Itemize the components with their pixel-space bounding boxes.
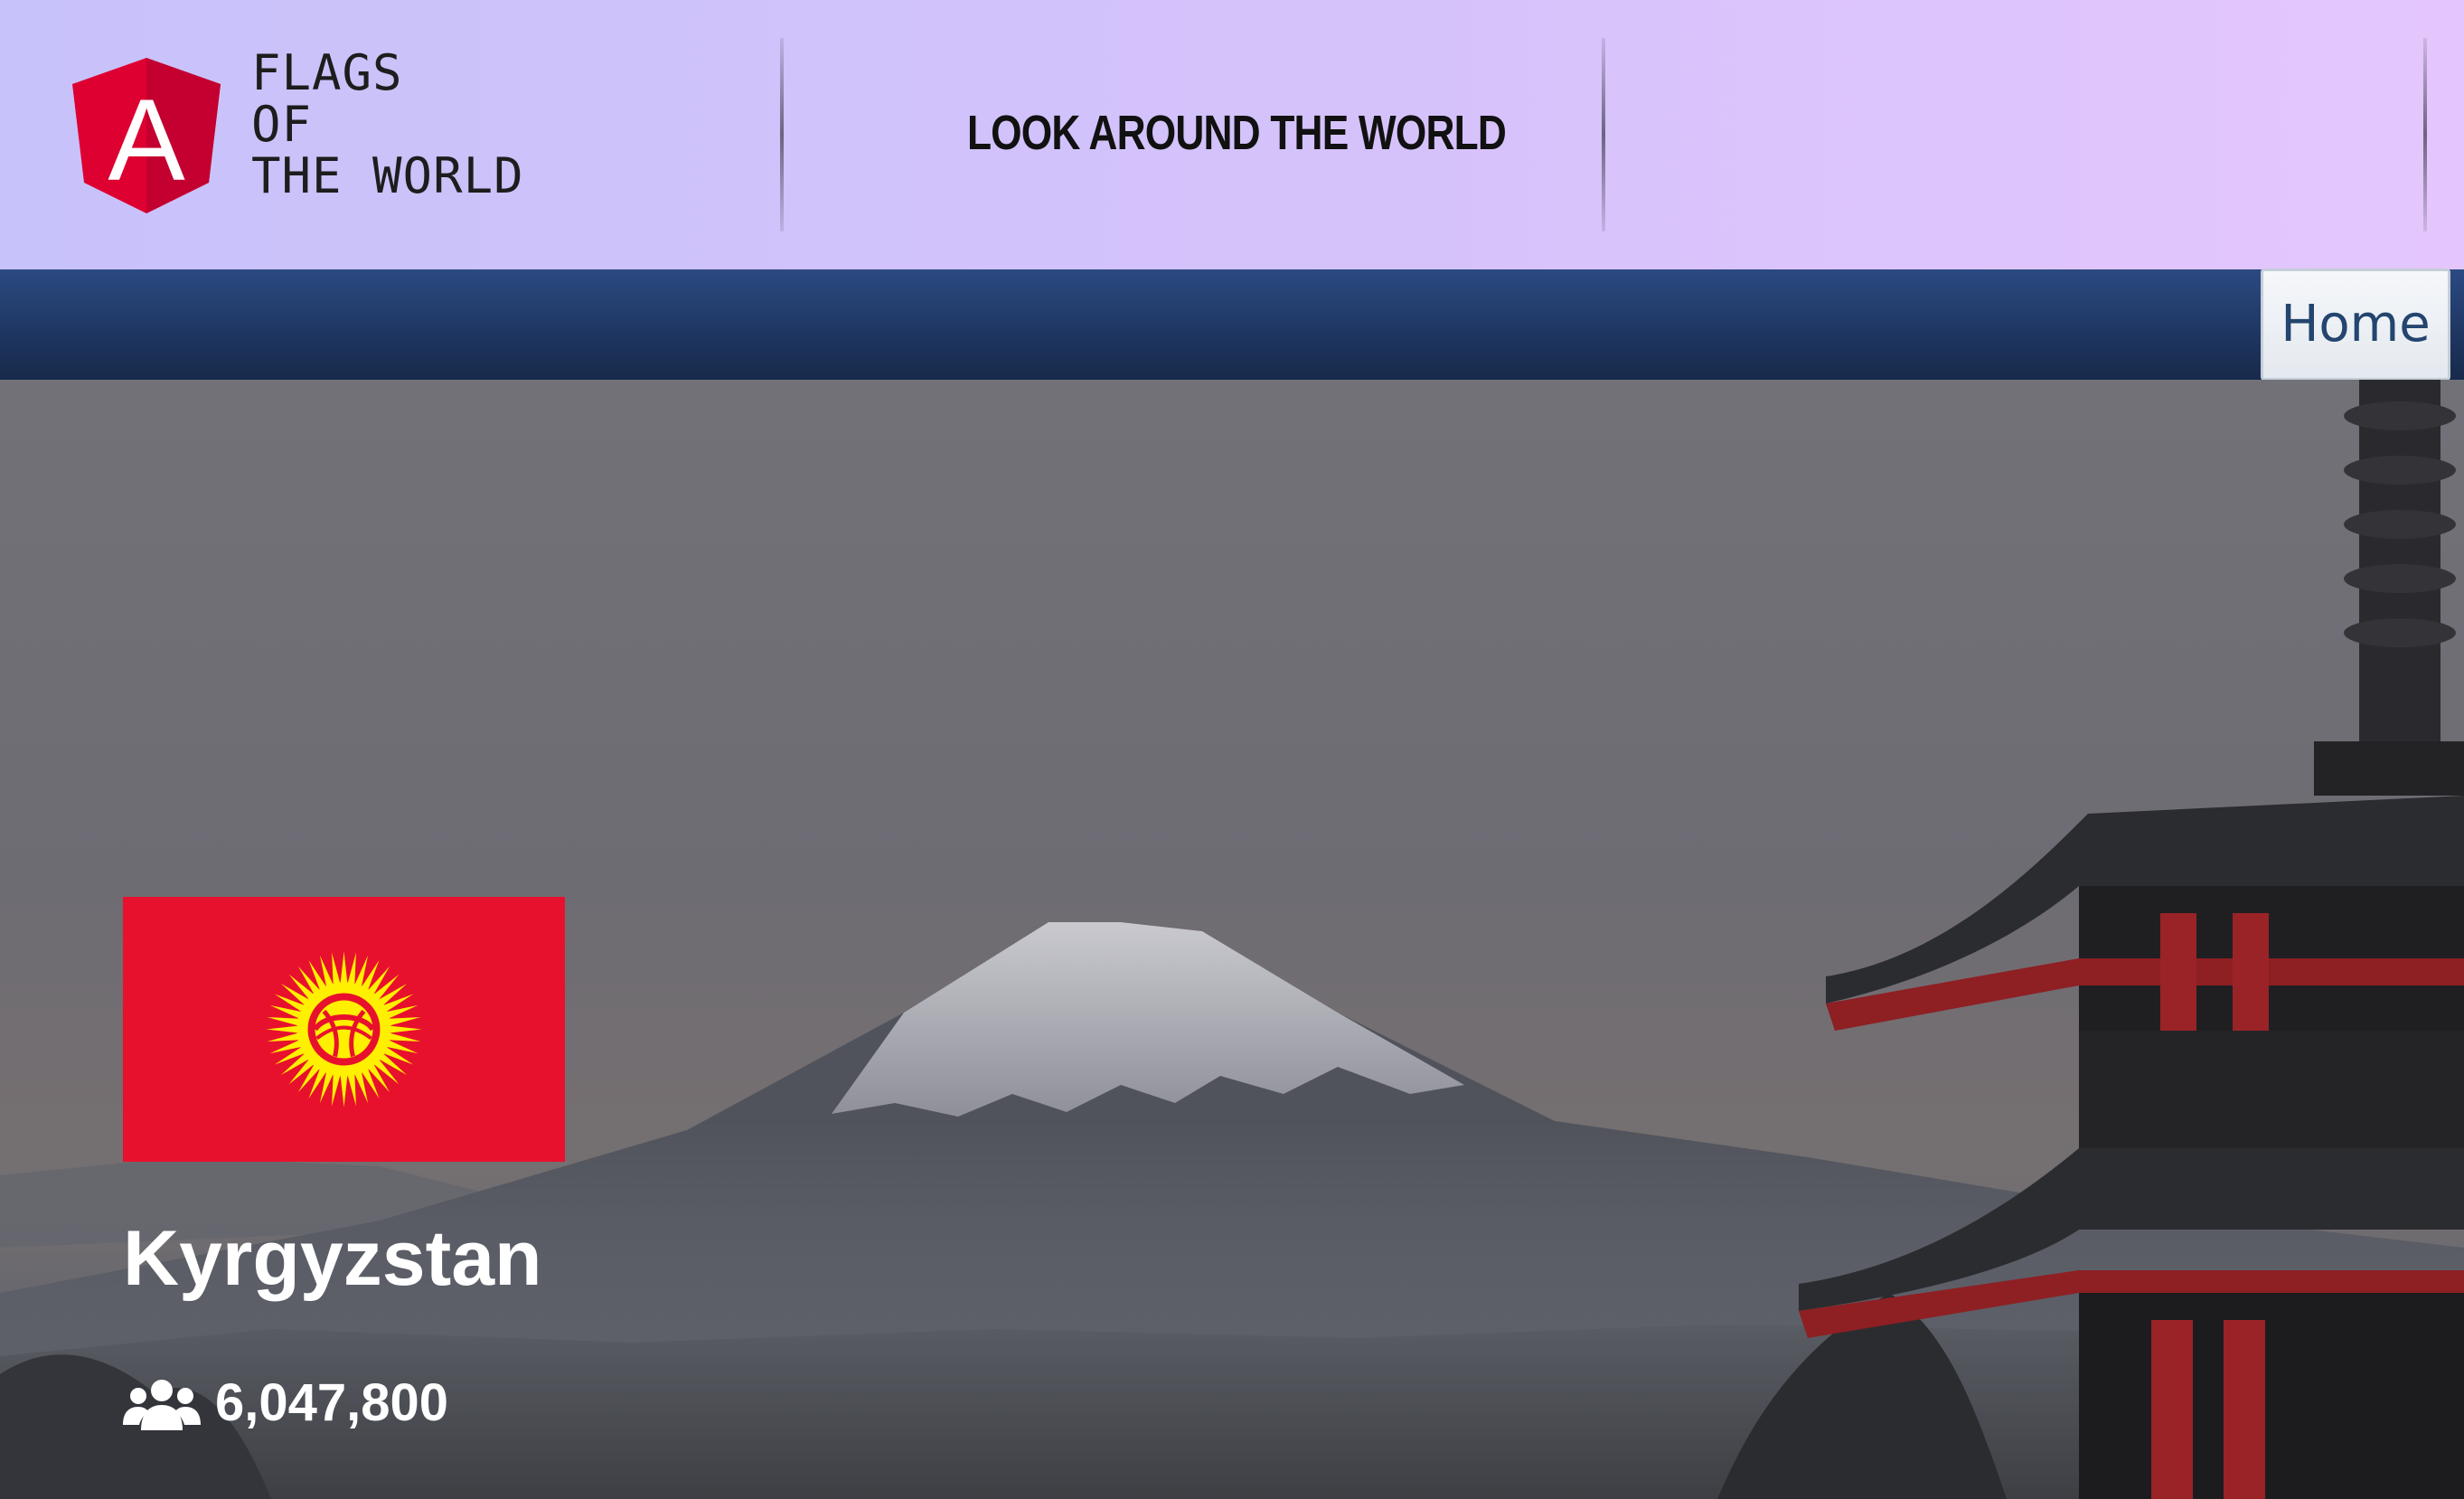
main-nav <box>0 269 2464 380</box>
brand-line-2: OF <box>251 96 313 153</box>
header-tagline: LOOK AROUND THE WORLD <box>966 106 1507 160</box>
population-value: 6,047,800 <box>215 1373 449 1432</box>
people-icon <box>123 1380 201 1430</box>
brand-line-3: THE WORLD <box>251 147 524 204</box>
header-divider <box>1602 38 1605 231</box>
svg-text:A: A <box>108 76 185 205</box>
header-divider <box>2423 38 2427 231</box>
country-name: Kyrgyzstan <box>123 1215 542 1302</box>
kyrgyzstan-flag-icon <box>123 897 565 1162</box>
home-button[interactable]: Home <box>2261 269 2450 381</box>
site-brand[interactable]: FLAGS OF THE WORLD <box>251 47 524 202</box>
hero-section: Kyrgyzstan 6,047,800 <box>0 380 2464 1499</box>
header-divider <box>780 38 784 231</box>
brand-line-1: FLAGS <box>251 44 403 101</box>
site-header: A FLAGS OF THE WORLD LOOK AROUND THE WOR… <box>0 0 2464 269</box>
angular-logo-icon[interactable]: A <box>72 58 221 213</box>
